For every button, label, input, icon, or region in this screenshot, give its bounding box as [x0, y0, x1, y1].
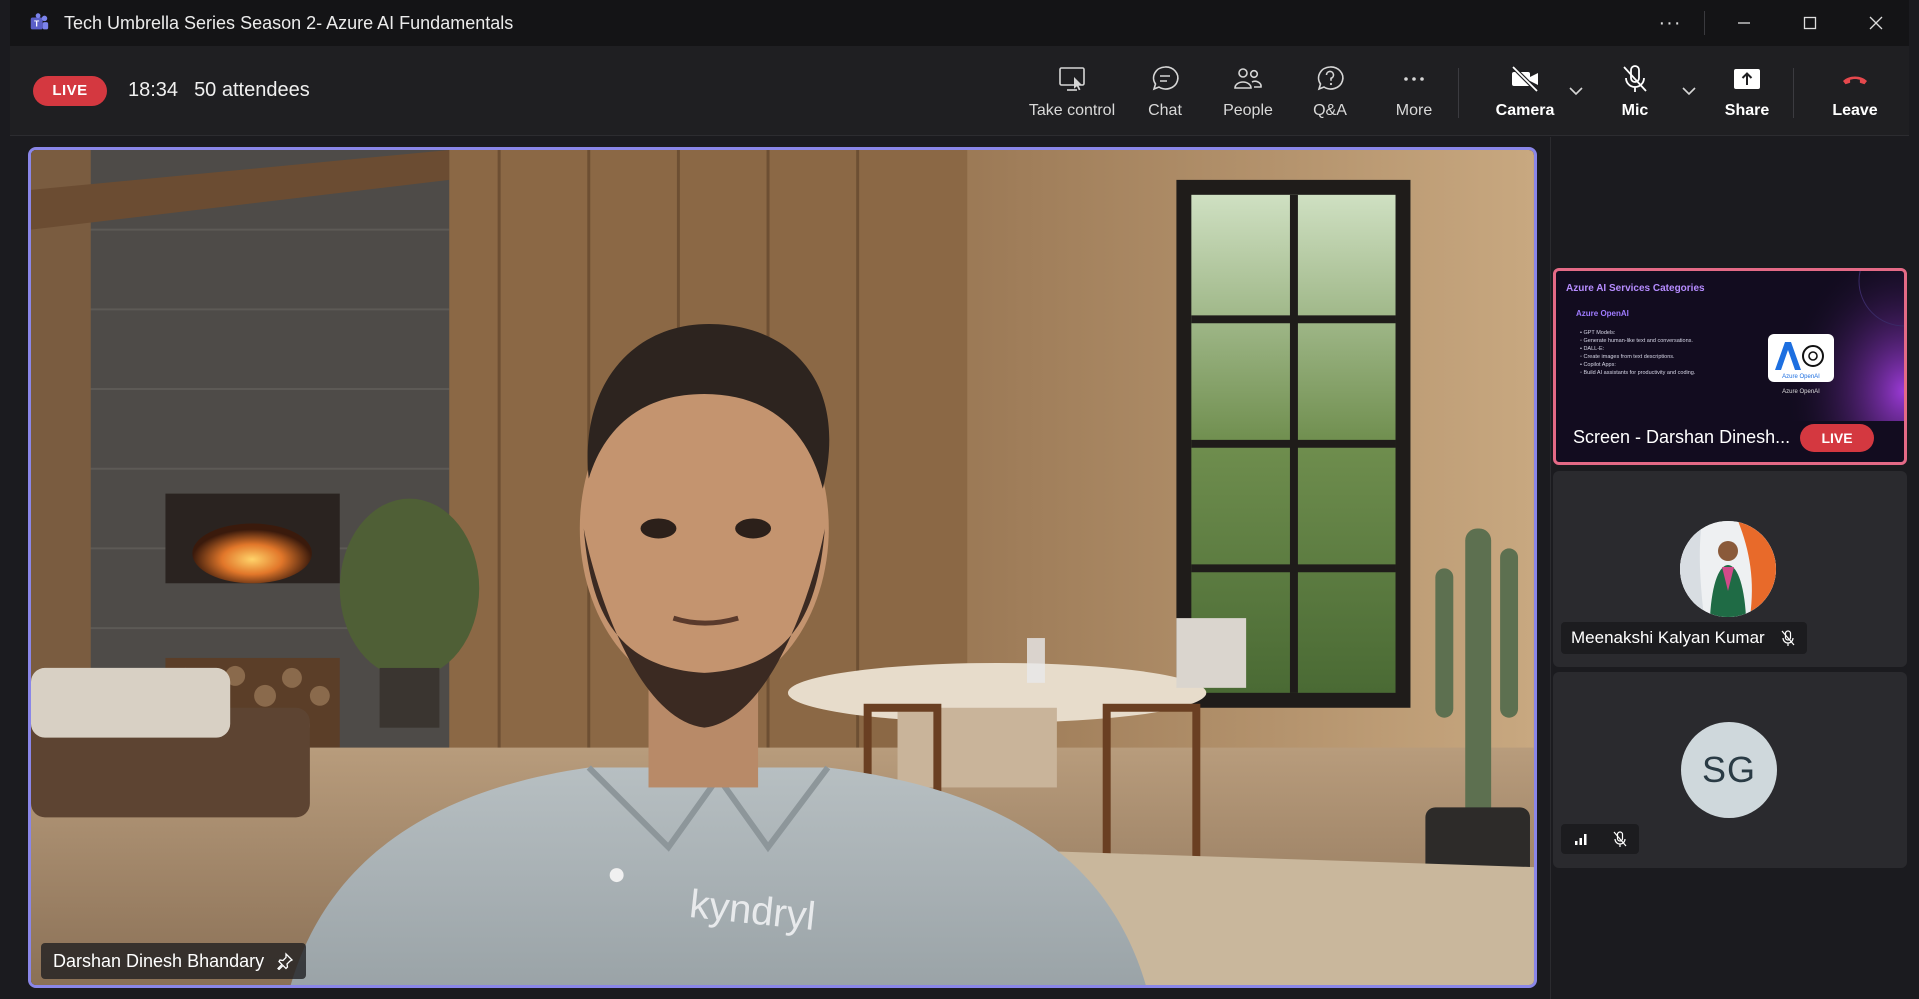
teams-icon: T: [30, 13, 49, 30]
slide-subtitle: Azure OpenAI: [1576, 309, 1629, 318]
maximize-icon: [1803, 16, 1817, 30]
slide-line: ◦ Generate human-like text and conversat…: [1580, 338, 1693, 344]
qa-icon: [1317, 66, 1344, 91]
take-control-label: Take control: [1028, 102, 1116, 119]
close-icon: [1869, 16, 1883, 30]
screen-share-tile[interactable]: Azure AI Services Categories Azure OpenA…: [1553, 268, 1907, 465]
minimize-icon: [1738, 22, 1750, 24]
avatar-initials: SG: [1681, 722, 1777, 818]
take-control-button[interactable]: Take control: [1012, 46, 1132, 136]
window-title: Tech Umbrella Series Season 2- Azure AI …: [64, 12, 514, 33]
mic-label: Mic: [1621, 102, 1649, 119]
title-bar: T Tech Umbrella Series Season 2- Azure A…: [10, 0, 1909, 46]
toolbar-divider: [1793, 68, 1794, 118]
share-button[interactable]: Share: [1707, 46, 1787, 136]
chat-icon: [1152, 66, 1179, 91]
meeting-stage: kyndryl Darshan Dinesh Bhandary: [10, 137, 1548, 998]
logo-inner-text: Azure OpenAI: [1782, 374, 1820, 380]
participants-rail: Azure AI Services Categories Azure OpenA…: [1550, 137, 1919, 999]
people-button[interactable]: People: [1208, 46, 1288, 136]
elapsed-time: 18:34: [128, 79, 179, 101]
screen-share-label: Screen - Darshan Dinesh...: [1573, 427, 1791, 447]
leave-phone-icon: [1843, 76, 1867, 85]
camera-label: Camera: [1495, 102, 1555, 119]
attendee-count: 50 attendees: [194, 79, 310, 101]
camera-off-icon: [1511, 65, 1539, 93]
mic-options-chevron-icon[interactable]: [1680, 82, 1698, 100]
svg-text:T: T: [34, 20, 39, 29]
more-options-icon[interactable]: ···: [1642, 0, 1698, 46]
more-button[interactable]: More: [1376, 46, 1452, 136]
maximize-button[interactable]: [1777, 0, 1843, 46]
toolbar-divider: [1458, 68, 1459, 118]
avatar-photo-image: [1680, 521, 1776, 617]
minimize-button[interactable]: [1711, 0, 1777, 46]
leave-label: Leave: [1832, 102, 1878, 119]
live-badge: LIVE: [33, 75, 107, 106]
slide-line: • Copilot Apps:: [1580, 362, 1616, 368]
camera-options-chevron-icon[interactable]: [1567, 82, 1585, 100]
slide-line: ◦ Build AI assistants for productivity a…: [1580, 370, 1696, 376]
signal-icon: [1574, 834, 1586, 845]
participant-name: Meenakshi Kalyan Kumar: [1571, 628, 1765, 647]
slide-line: • DALL-E:: [1580, 346, 1605, 352]
mic-button[interactable]: Mic: [1595, 46, 1675, 136]
logo-caption: Azure OpenAI: [1782, 389, 1820, 395]
active-speaker-video[interactable]: kyndryl Darshan Dinesh Bhandary: [28, 147, 1537, 988]
people-icon: [1234, 68, 1262, 89]
participant-tile-meenakshi[interactable]: Meenakshi Kalyan Kumar: [1553, 471, 1907, 667]
participant-tile-sg[interactable]: SG: [1553, 672, 1907, 868]
mic-off-icon: [1613, 831, 1626, 847]
azure-openai-logo: Azure OpenAI: [1768, 334, 1834, 382]
mic-off-icon: [1781, 630, 1795, 646]
slide-line: • GPT Models:: [1580, 330, 1616, 336]
take-control-icon: [1059, 67, 1085, 91]
participant-name-tag: Meenakshi Kalyan Kumar: [1561, 622, 1807, 654]
screen-live-badge: LIVE: [1800, 424, 1874, 452]
qa-button[interactable]: Q&A: [1292, 46, 1368, 136]
slide-line: ◦ Create images from text descriptions.: [1580, 354, 1675, 360]
share-icon: [1734, 69, 1760, 89]
share-label: Share: [1724, 102, 1770, 119]
meeting-toolbar: LIVE 18:34 50 attendees Take control Cha…: [10, 46, 1909, 136]
avatar: [1680, 521, 1776, 617]
pin-icon[interactable]: [276, 952, 294, 970]
more-icon: [1404, 77, 1424, 81]
speaker-name: Darshan Dinesh Bhandary: [53, 950, 265, 971]
speaker-video-frame: kyndryl: [31, 150, 1534, 985]
qa-label: Q&A: [1313, 102, 1347, 119]
mic-off-icon: [1623, 65, 1647, 92]
close-button[interactable]: [1843, 0, 1909, 46]
divider: [1704, 11, 1705, 35]
chat-label: Chat: [1148, 102, 1182, 119]
azure-openai-icon: Azure OpenAI: [1775, 342, 1824, 380]
slide-title: Azure AI Services Categories: [1566, 283, 1705, 294]
people-label: People: [1223, 102, 1273, 119]
leave-button[interactable]: Leave: [1815, 46, 1895, 136]
speaker-name-tag: Darshan Dinesh Bhandary: [41, 943, 307, 979]
participant-status-tag: [1561, 824, 1639, 854]
slide-bullets: • GPT Models: ◦ Generate human-like text…: [1580, 329, 1750, 377]
camera-button[interactable]: Camera: [1485, 46, 1565, 136]
more-label: More: [1395, 102, 1433, 119]
chat-button[interactable]: Chat: [1125, 46, 1205, 136]
